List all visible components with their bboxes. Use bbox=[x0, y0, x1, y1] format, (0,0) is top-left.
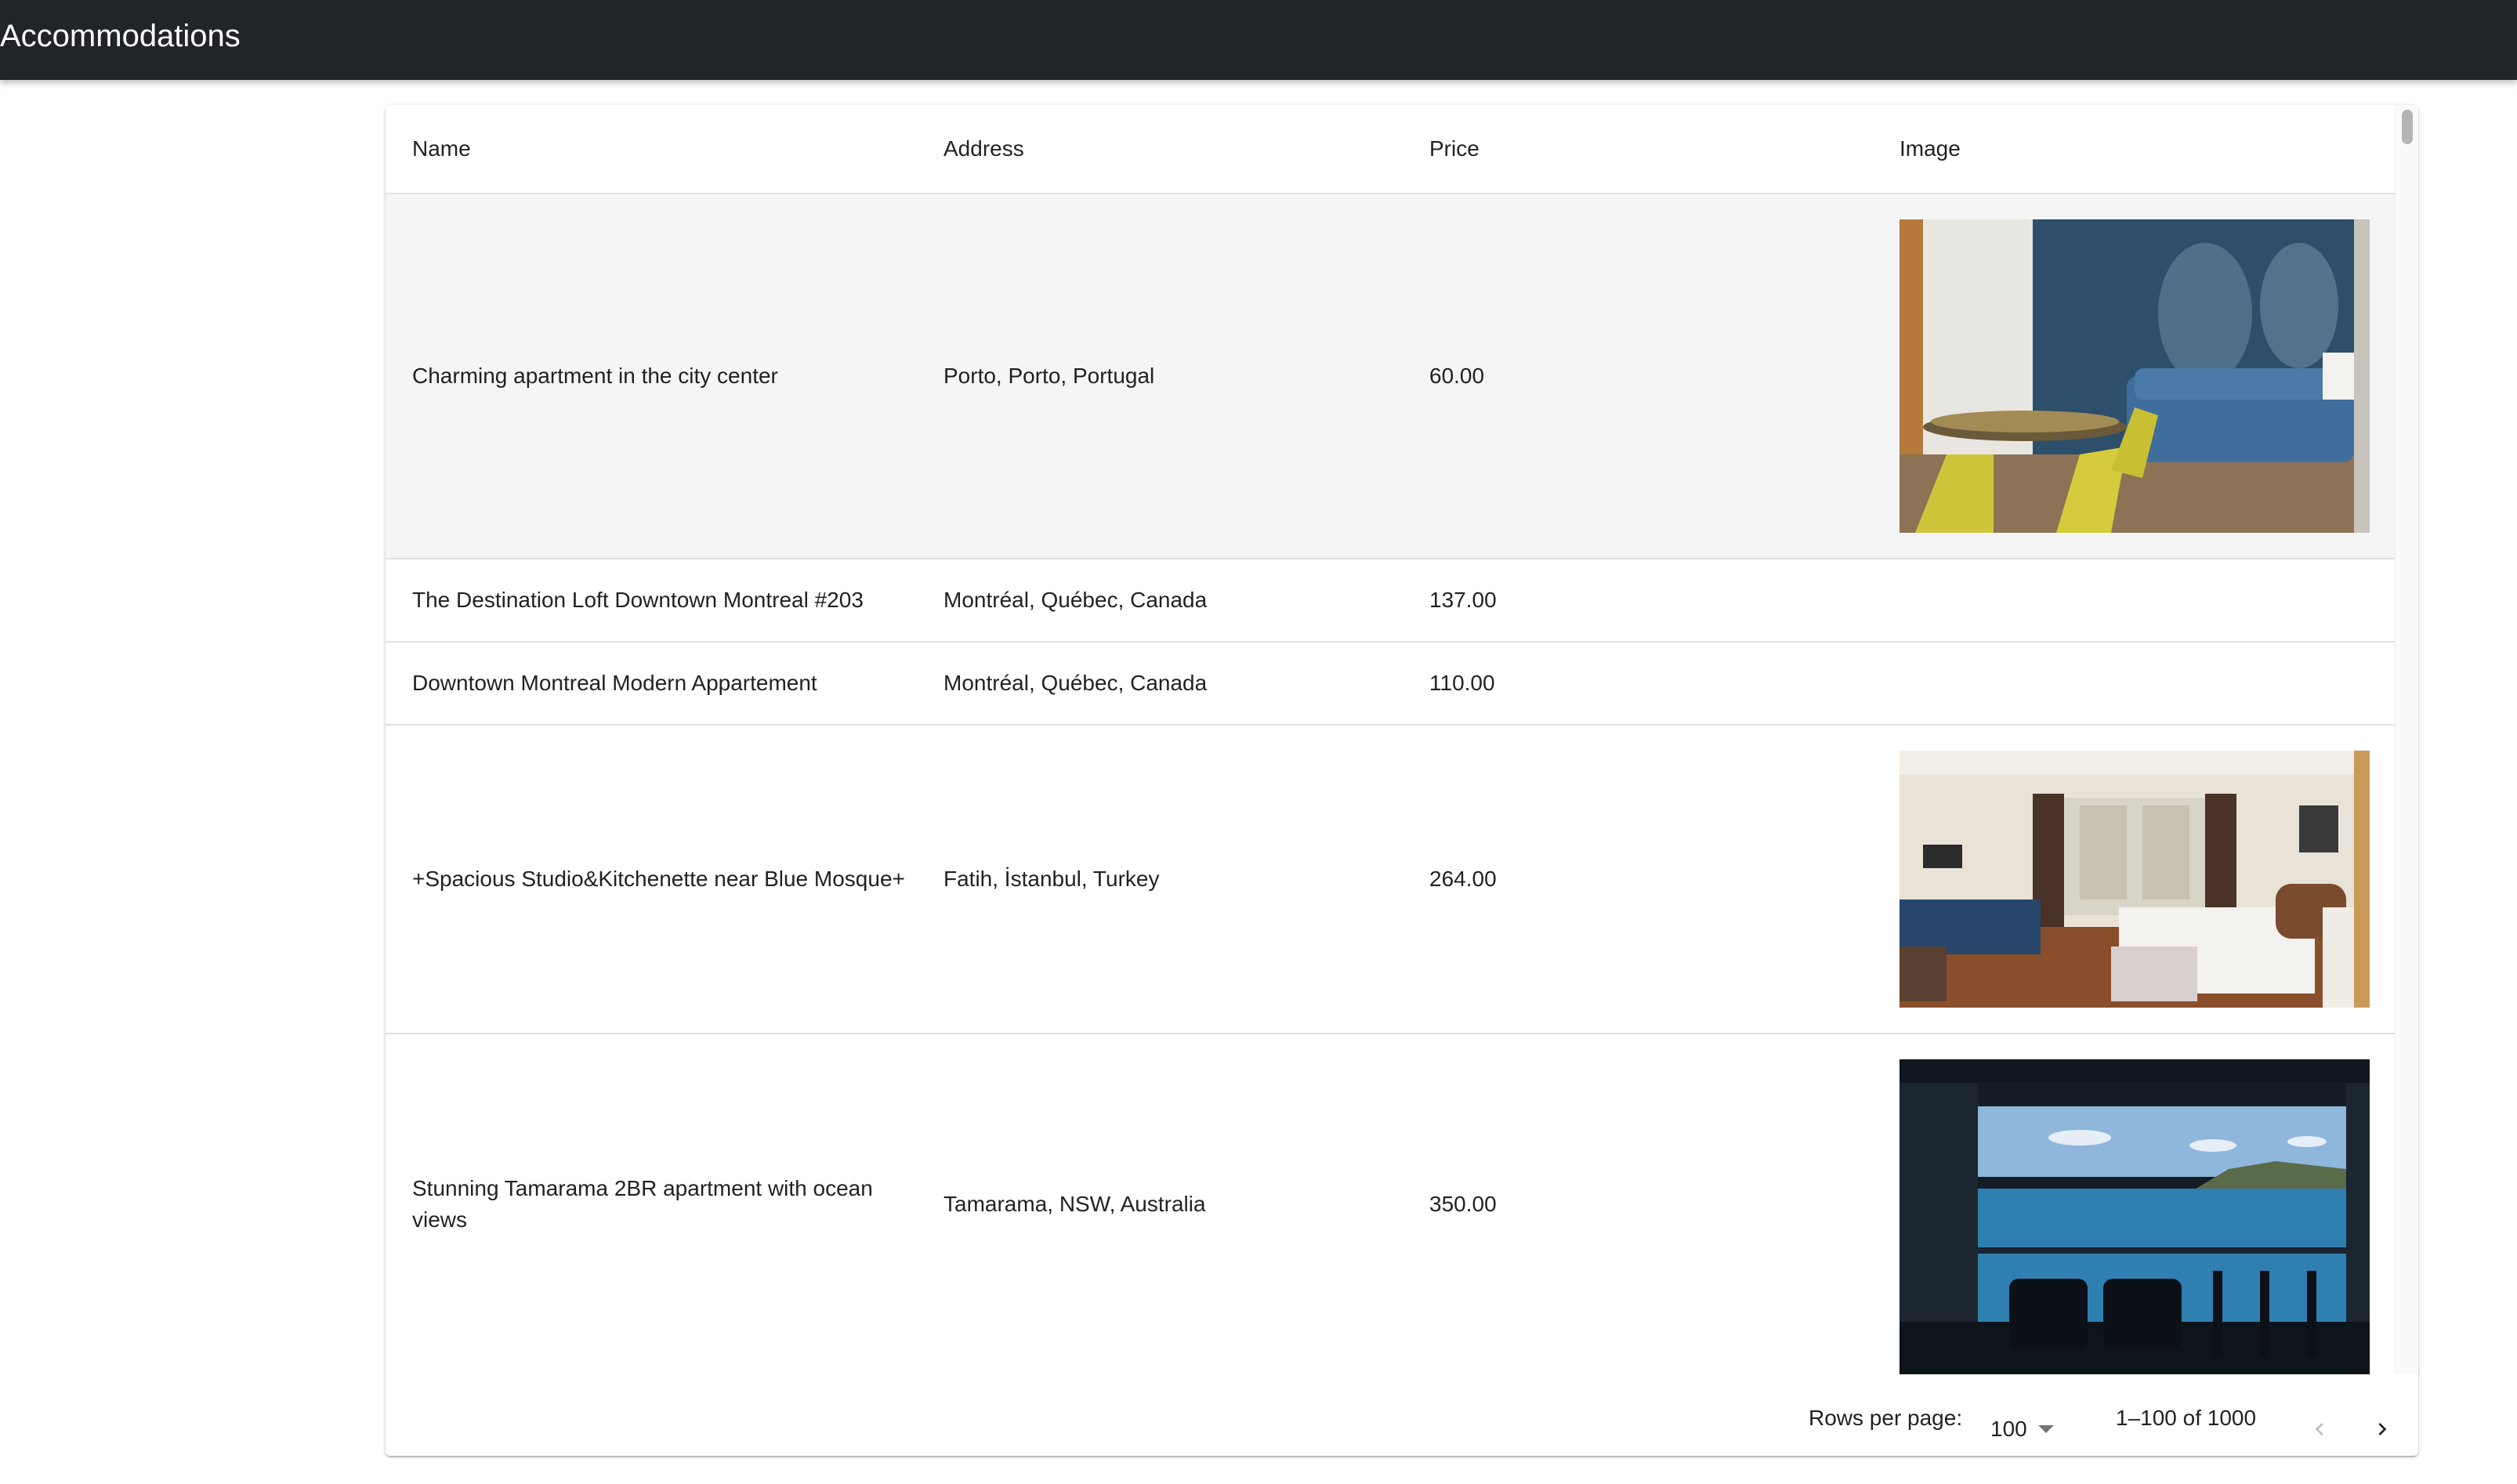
next-page-button[interactable] bbox=[2363, 1410, 2401, 1448]
accommodation-photo bbox=[1900, 751, 2370, 1008]
pagination-range: 1–100 of 1000 bbox=[2116, 1406, 2257, 1430]
column-header-address[interactable]: Address bbox=[943, 105, 1398, 193]
rows-per-page-select[interactable]: 100 bbox=[1990, 1412, 2054, 1446]
accommodation-photo bbox=[1900, 1059, 2370, 1374]
cell-price: 137.00 bbox=[1429, 588, 1497, 612]
cell-name: The Destination Loft Downtown Montreal #… bbox=[412, 588, 864, 612]
chevron-left-icon bbox=[2315, 1423, 2323, 1435]
previous-page-button[interactable] bbox=[2301, 1410, 2338, 1448]
table-scrollbar[interactable] bbox=[2395, 105, 2418, 1374]
table-row[interactable]: Charming apartment in the city center Po… bbox=[386, 194, 2395, 559]
cell-price: 350.00 bbox=[1429, 1192, 1497, 1216]
rows-per-page-value: 100 bbox=[1990, 1417, 2027, 1441]
app-title: Accommodations bbox=[0, 19, 241, 53]
accommodation-photo bbox=[1900, 219, 2370, 533]
column-header-price[interactable]: Price bbox=[1429, 105, 1868, 193]
column-header-image[interactable]: Image bbox=[1900, 105, 2370, 193]
table-row[interactable]: The Destination Loft Downtown Montreal #… bbox=[386, 559, 2395, 642]
cell-address: Porto, Porto, Portugal bbox=[943, 364, 1155, 388]
cell-price: 60.00 bbox=[1429, 364, 1485, 388]
chevron-right-icon bbox=[2378, 1423, 2387, 1435]
cell-name: Downtown Montreal Modern Appartement bbox=[412, 671, 817, 695]
table-row[interactable]: Downtown Montreal Modern Appartement Mon… bbox=[386, 642, 2395, 726]
column-header-name[interactable]: Name bbox=[412, 105, 914, 193]
table-row[interactable]: Stunning Tamarama 2BR apartment with oce… bbox=[386, 1034, 2395, 1374]
rows-per-page-label: Rows per page: bbox=[1809, 1406, 1963, 1430]
scrollbar-thumb[interactable] bbox=[2402, 110, 2413, 144]
cell-name: +Spacious Studio&Kitchenette near Blue M… bbox=[412, 867, 905, 891]
caret-down-icon bbox=[2037, 1425, 2054, 1433]
cell-price: 110.00 bbox=[1429, 671, 1495, 695]
accommodations-table-container: Name Address Price Image Charming apartm… bbox=[386, 105, 2418, 1456]
app-bar: Accommodations bbox=[0, 0, 2517, 80]
data-grid: Name Address Price Image Charming apartm… bbox=[386, 105, 2395, 1374]
cell-name: Stunning Tamarama 2BR apartment with oce… bbox=[412, 1176, 873, 1232]
table-header-row: Name Address Price Image bbox=[386, 105, 2395, 194]
cell-address: Fatih, İstanbul, Turkey bbox=[943, 867, 1160, 891]
table-row[interactable]: +Spacious Studio&Kitchenette near Blue M… bbox=[386, 726, 2395, 1034]
table-pagination: Rows per page: 100 1–100 of 1000 bbox=[386, 1374, 2418, 1456]
cell-name: Charming apartment in the city center bbox=[412, 364, 778, 388]
cell-address: Montréal, Québec, Canada bbox=[943, 588, 1208, 612]
cell-address: Montréal, Québec, Canada bbox=[943, 671, 1208, 695]
cell-address: Tamarama, NSW, Australia bbox=[943, 1192, 1206, 1216]
cell-price: 264.00 bbox=[1429, 867, 1497, 891]
